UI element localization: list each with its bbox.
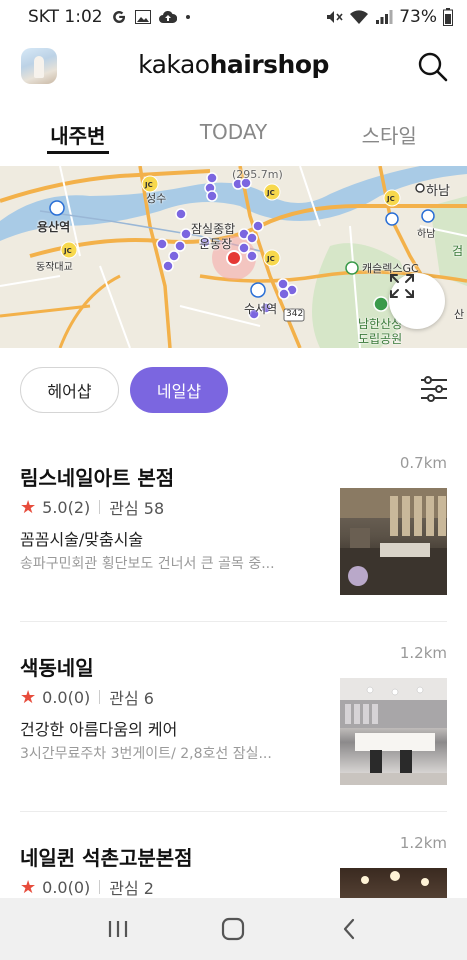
app-logo: kakaohairshop <box>0 50 467 79</box>
shop-rating-row: ★ 0.0(0) 관심 6 <box>20 685 154 709</box>
filter-sliders-icon <box>421 376 447 402</box>
shop-rating: 0.0(0) <box>42 877 91 897</box>
nail-shop-chip[interactable]: 네일샵 <box>130 367 228 413</box>
map-label-hanam: 하남 <box>426 184 450 199</box>
dot-icon <box>185 14 191 20</box>
map-label-san: 산 <box>454 308 465 321</box>
star-icon: ★ <box>20 876 37 898</box>
system-navigation-bar <box>0 898 467 960</box>
divider <box>99 880 101 894</box>
mute-icon <box>325 9 343 25</box>
shop-name: 네일퀸 석촌고분본점 <box>20 846 193 870</box>
battery-icon <box>443 8 453 26</box>
shop-rating-row: ★ 5.0(2) 관심 58 <box>20 495 164 519</box>
svg-text:JC: JC <box>386 195 395 203</box>
shop-interest: 관심 6 <box>109 689 154 708</box>
map-label-gum: 검 <box>452 244 464 258</box>
shop-address: 3시간무료주차 3번게이트/ 2,8호선 잠실... <box>20 746 272 762</box>
map-view[interactable]: JC JC JC JC JC JC 용산역 동작대교 잠실종합 운동장 성수 수… <box>0 166 467 348</box>
shop-thumbnail <box>340 678 447 785</box>
map-label-hanam-ic: 하남 <box>417 229 436 240</box>
shop-distance: 1.2km <box>399 644 447 662</box>
map-label-dongjak: 동작대교 <box>36 262 73 273</box>
home-icon <box>222 917 245 941</box>
shop-address: 송파구민회관 횡단보도 건너서 큰 골목 중... <box>20 556 275 572</box>
shop-interest: 관심 2 <box>109 879 154 898</box>
logo-light: kakao <box>138 50 210 79</box>
svg-text:JC: JC <box>144 181 153 189</box>
shop-tagline: 꼼꼼시술/맞춤시술 <box>20 530 144 549</box>
svg-text:JC: JC <box>266 255 275 263</box>
main-tabs: 내주변 TODAY 스타일 <box>0 104 467 166</box>
tab-style[interactable]: 스타일 <box>311 104 467 166</box>
expand-icon <box>390 274 414 298</box>
back-icon <box>344 918 355 940</box>
map-label-route: 342 <box>286 309 304 319</box>
divider <box>99 500 101 514</box>
shop-name: 색동네일 <box>20 656 94 680</box>
signal-icon <box>375 9 393 25</box>
cloud-upload-icon <box>158 10 177 24</box>
shop-rating: 0.0(0) <box>42 687 91 707</box>
shop-list-item[interactable]: 색동네일 1.2km ★ 0.0(0) 관심 6 건강한 아름다움의 케어 3시… <box>20 622 447 812</box>
map-label-namhan2: 도립공원 <box>358 332 403 346</box>
recent-apps-button[interactable] <box>98 909 138 949</box>
map-label-yongsan: 용산역 <box>37 220 71 234</box>
star-icon: ★ <box>20 496 37 518</box>
filter-button[interactable] <box>419 374 449 404</box>
gallery-icon <box>134 10 151 24</box>
battery-percent: 73% <box>399 7 437 27</box>
shop-tagline: 건강한 아름다움의 케어 <box>20 720 178 739</box>
divider <box>99 690 101 704</box>
shop-distance: 0.7km <box>399 454 447 472</box>
logo-bold: hairshop <box>209 50 330 79</box>
shop-interest: 관심 58 <box>109 499 165 518</box>
svg-text:JC: JC <box>266 189 275 197</box>
svg-text:JC: JC <box>63 247 72 255</box>
hair-shop-chip[interactable]: 헤어샵 <box>20 367 119 413</box>
star-icon: ★ <box>20 686 37 708</box>
recent-apps-icon <box>108 921 127 937</box>
shop-thumbnail <box>340 488 447 595</box>
shop-rating-row: ★ 0.0(0) 관심 2 <box>20 875 154 899</box>
tab-today[interactable]: TODAY <box>156 104 312 166</box>
map-label-seongsu: 성수 <box>146 192 167 205</box>
filter-row: 헤어샵 네일샵 <box>0 348 467 438</box>
wifi-icon <box>349 9 369 25</box>
app-header: kakaohairshop <box>0 34 467 104</box>
search-button[interactable] <box>417 51 449 83</box>
map-label-undong: 운동장 <box>199 237 233 251</box>
home-button[interactable] <box>213 909 253 949</box>
map-label-suseo: 수서역 <box>244 302 278 316</box>
shop-list-item[interactable]: 림스네일아트 본점 0.7km ★ 5.0(2) 관심 58 꼼꼼시술/맞춤시술… <box>20 432 447 622</box>
status-carrier-time: SKT 1:02 <box>28 7 103 27</box>
map-label-road: (295.7m) <box>232 168 283 181</box>
google-icon <box>111 9 127 25</box>
back-button[interactable] <box>329 909 369 949</box>
status-bar: SKT 1:02 73% <box>0 0 467 34</box>
search-icon <box>418 52 448 82</box>
shop-distance: 1.2km <box>399 834 447 852</box>
tab-nearby[interactable]: 내주변 <box>0 104 156 166</box>
shop-rating: 5.0(2) <box>42 497 91 517</box>
shop-name: 림스네일아트 본점 <box>20 466 175 490</box>
map-expand-button[interactable] <box>389 273 445 329</box>
